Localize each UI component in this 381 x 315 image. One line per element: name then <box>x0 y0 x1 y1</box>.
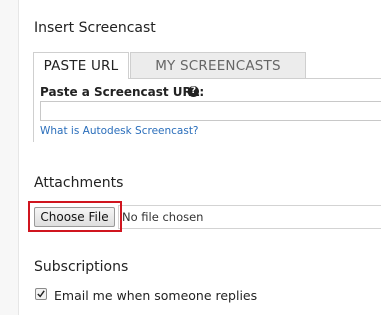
screencast-url-label: Paste a Screencast URL: <box>40 85 205 99</box>
subscriptions-heading: Subscriptions <box>34 259 129 275</box>
tab-paste-url[interactable]: PASTE URL <box>33 52 129 79</box>
page-left-edge <box>0 0 19 315</box>
email-replies-checkbox[interactable] <box>35 288 47 300</box>
attachments-heading: Attachments <box>34 175 124 191</box>
email-replies-label: Email me when someone replies <box>54 288 258 303</box>
file-status-text: No file chosen <box>122 210 204 224</box>
insert-screencast-heading: Insert Screencast <box>34 20 156 36</box>
choose-file-button[interactable]: Choose File <box>34 207 115 227</box>
screencast-url-input[interactable] <box>40 101 381 121</box>
checkmark-icon <box>37 290 45 298</box>
what-is-screencast-link[interactable]: What is Autodesk Screencast? <box>40 125 199 137</box>
question-icon[interactable]: ? <box>188 86 199 97</box>
tab-my-screencasts[interactable]: MY SCREENCASTS <box>130 52 306 79</box>
